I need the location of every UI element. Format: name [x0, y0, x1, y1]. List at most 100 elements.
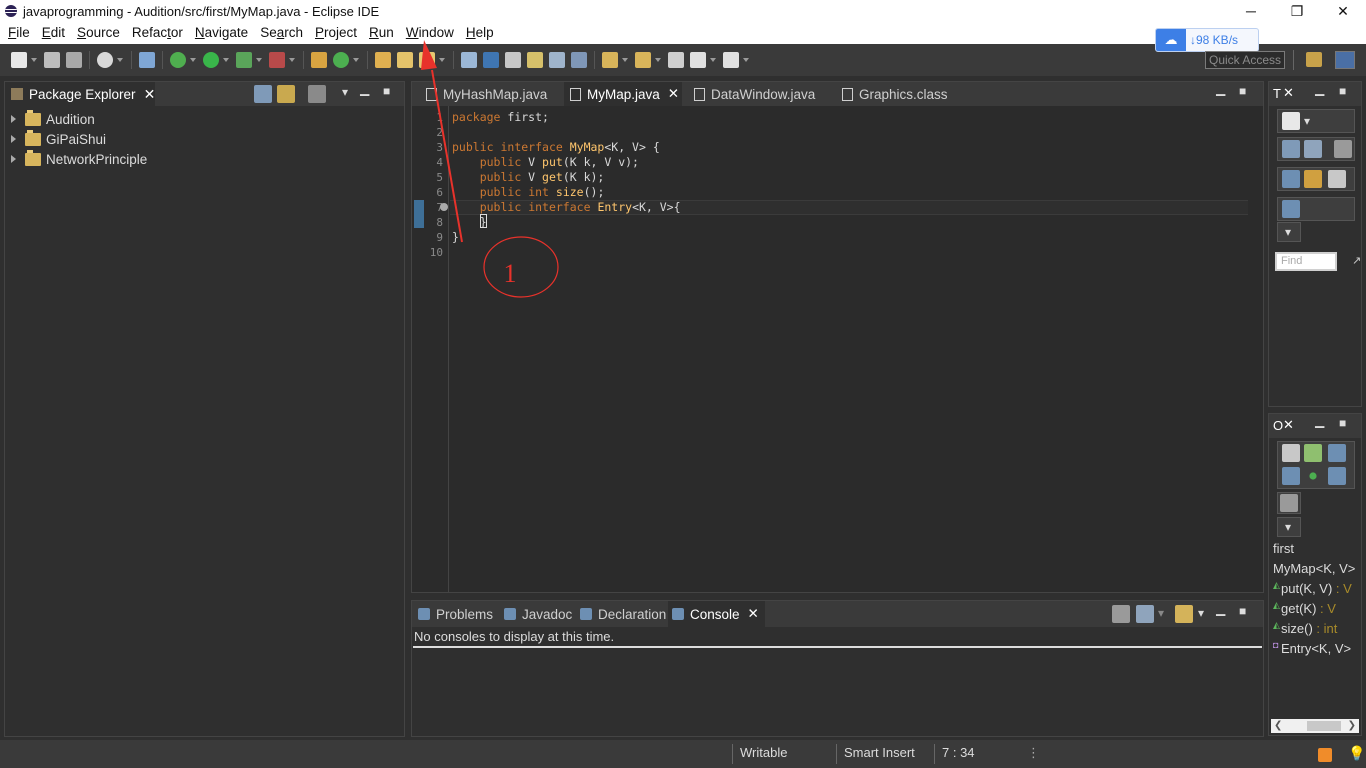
- close-icon[interactable]: ✕: [1283, 85, 1294, 101]
- debug-dropdown-icon[interactable]: [190, 58, 196, 62]
- outline-view-menu-icon[interactable]: ▾: [1285, 520, 1291, 534]
- menu-item[interactable]: Navigate: [189, 22, 254, 44]
- outline-item[interactable]: ◘ Entry<K, V>: [1273, 641, 1351, 657]
- collapse-all-tasks-icon[interactable]: [1328, 170, 1346, 188]
- minimize-button[interactable]: ─: [1228, 0, 1274, 22]
- open-console-icon[interactable]: [1175, 605, 1193, 623]
- profile-dropdown-icon[interactable]: [117, 58, 123, 62]
- hide-local-types-icon[interactable]: [1328, 467, 1346, 485]
- fold-collapse-icon[interactable]: [440, 203, 448, 211]
- tab-task-list[interactable]: T: [1273, 86, 1281, 101]
- debug-icon[interactable]: [170, 52, 186, 68]
- scroll-thumb[interactable]: [1307, 721, 1341, 731]
- view-menu-icon[interactable]: ▾: [342, 85, 348, 99]
- outline-filters-icon[interactable]: [1280, 494, 1298, 512]
- toggle-mark-occurrences-icon[interactable]: [483, 52, 499, 68]
- previous-annotation-icon[interactable]: [635, 52, 651, 68]
- focus-workweek-icon[interactable]: [1304, 170, 1322, 188]
- forward-icon[interactable]: [723, 52, 739, 68]
- project-item[interactable]: GiPaiShui: [11, 129, 147, 149]
- search-dropdown-icon[interactable]: [439, 58, 445, 62]
- maximize-icon[interactable]: ■: [1239, 604, 1246, 618]
- open-console-dropdown-icon[interactable]: ▾: [1198, 606, 1204, 620]
- outline-item[interactable]: ◭get(K) : V: [1273, 601, 1336, 617]
- new-task-icon[interactable]: [1282, 112, 1300, 130]
- maximize-icon[interactable]: ■: [383, 84, 390, 98]
- menu-item[interactable]: Project: [309, 22, 363, 44]
- last-edit-location-icon[interactable]: [668, 52, 684, 68]
- expand-arrow-icon[interactable]: [11, 155, 16, 163]
- categorized-icon[interactable]: [1282, 140, 1300, 158]
- status-more-icon[interactable]: ⋮: [1027, 745, 1040, 761]
- toggle-block-selection-icon[interactable]: [527, 52, 543, 68]
- menu-item[interactable]: Window: [400, 22, 460, 44]
- editor-tab[interactable]: MyMap.java ✕: [564, 82, 682, 106]
- editor-tab[interactable]: MyHashMap.java: [420, 82, 560, 106]
- tip-lightbulb-icon[interactable]: 💡: [1348, 745, 1365, 762]
- link-with-editor-icon[interactable]: [277, 85, 295, 103]
- expand-arrow-icon[interactable]: [11, 135, 16, 143]
- coverage-dropdown-icon[interactable]: [256, 58, 262, 62]
- open-type-icon[interactable]: [375, 52, 391, 68]
- forward-dropdown-icon[interactable]: [743, 58, 749, 62]
- menu-item[interactable]: Edit: [36, 22, 71, 44]
- outline-item[interactable]: MyMap<K, V>: [1273, 561, 1355, 576]
- hide-completed-icon[interactable]: [1282, 170, 1300, 188]
- menu-item[interactable]: Help: [460, 22, 500, 44]
- external-tools-dropdown-icon[interactable]: [289, 58, 295, 62]
- run-dropdown-icon[interactable]: [223, 58, 229, 62]
- editor-vertical-scrollbar[interactable]: [1249, 106, 1263, 592]
- previous-annotation-dropdown-icon[interactable]: [655, 58, 661, 62]
- hide-static-icon[interactable]: [1282, 467, 1300, 485]
- search-icon[interactable]: [419, 52, 435, 68]
- sort-icon[interactable]: [1304, 444, 1322, 462]
- bottom-tab[interactable]: Console ✕: [668, 601, 765, 627]
- close-button[interactable]: ✕: [1320, 0, 1366, 22]
- bottom-tab[interactable]: Problems: [414, 601, 499, 627]
- outline-item[interactable]: ◭size() : int: [1273, 621, 1337, 637]
- maximize-icon[interactable]: ■: [1239, 84, 1246, 98]
- close-icon[interactable]: ✕: [144, 86, 156, 103]
- bottom-tab[interactable]: Javadoc: [500, 601, 578, 627]
- new-dropdown-icon[interactable]: [31, 58, 37, 62]
- editor-tab[interactable]: Graphics.class: [836, 82, 966, 106]
- outline-item[interactable]: ◭put(K, V) : V: [1273, 581, 1352, 597]
- editor-tab[interactable]: DataWindow.java: [688, 82, 828, 106]
- filter-tasks-icon[interactable]: [1334, 140, 1352, 158]
- close-tab-icon[interactable]: ✕: [748, 606, 759, 622]
- maximize-icon[interactable]: ■: [1339, 84, 1346, 98]
- collapse-all-icon[interactable]: [254, 85, 272, 103]
- new-java-package-icon[interactable]: [311, 52, 327, 68]
- menu-item[interactable]: Search: [254, 22, 309, 44]
- new-class-dropdown-icon[interactable]: [353, 58, 359, 62]
- project-item[interactable]: NetworkPrinciple: [11, 149, 147, 169]
- next-annotation-icon[interactable]: [602, 52, 618, 68]
- minimize-icon[interactable]: ▁: [1315, 82, 1324, 96]
- toggle-word-wrap-icon[interactable]: [549, 52, 565, 68]
- display-console-icon[interactable]: [1136, 605, 1154, 623]
- quick-access-field[interactable]: Quick Access: [1205, 51, 1285, 69]
- collapse-outline-icon[interactable]: [1282, 444, 1300, 462]
- rss-feed-icon[interactable]: [1318, 748, 1332, 762]
- skip-breakpoints-icon[interactable]: [139, 52, 155, 68]
- maximize-icon[interactable]: ■: [1339, 416, 1346, 430]
- save-all-icon[interactable]: [66, 52, 82, 68]
- pin-console-icon[interactable]: [1112, 605, 1130, 623]
- toggle-ant-editor-icon[interactable]: [461, 52, 477, 68]
- task-view-menu-icon[interactable]: ▾: [1285, 225, 1291, 239]
- activate-icon[interactable]: ↗: [1352, 254, 1361, 267]
- close-tab-icon[interactable]: ✕: [668, 86, 679, 102]
- tab-package-explorer[interactable]: Package Explorer ✕: [5, 82, 156, 106]
- menu-item[interactable]: Refactor: [126, 22, 189, 44]
- expand-arrow-icon[interactable]: [11, 115, 16, 123]
- java-perspective-icon[interactable]: [1335, 51, 1355, 69]
- scheduled-icon[interactable]: [1304, 140, 1322, 158]
- run-icon[interactable]: [203, 52, 219, 68]
- coverage-icon[interactable]: [236, 52, 252, 68]
- open-task-icon[interactable]: [397, 52, 413, 68]
- filters-icon[interactable]: [308, 85, 326, 103]
- project-item[interactable]: Audition: [11, 109, 147, 129]
- hide-non-public-icon[interactable]: [1309, 472, 1317, 480]
- profile-icon[interactable]: [97, 52, 113, 68]
- toggle-breadcrumb-icon[interactable]: [505, 52, 521, 68]
